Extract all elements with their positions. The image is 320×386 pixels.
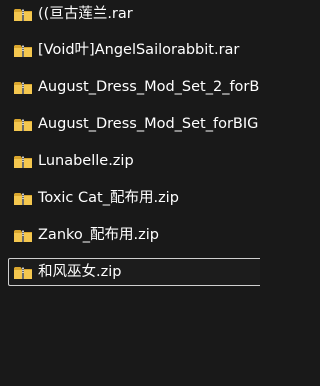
- file-item[interactable]: August_Dress_Mod_Set_forBIG: [8, 111, 260, 137]
- file-name: ((亘古莲兰.rar: [38, 6, 133, 22]
- file-item[interactable]: Toxic Cat_配布用.zip: [8, 185, 260, 211]
- file-name: August_Dress_Mod_Set_2_forBIG: [38, 79, 260, 95]
- file-item[interactable]: Zanko_配布用.zip: [8, 222, 260, 248]
- file-name: Zanko_配布用.zip: [38, 227, 159, 243]
- file-item[interactable]: ((亘古莲兰.rar: [8, 1, 260, 27]
- file-item[interactable]: Lunabelle.zip: [8, 148, 260, 174]
- file-name: [Void叶]AngelSailorabbit.rar: [38, 42, 240, 58]
- zip-folder-icon: [14, 265, 32, 279]
- zip-folder-icon: [14, 117, 32, 131]
- file-item-selected[interactable]: 和风巫女.zip: [8, 258, 260, 286]
- file-name: Lunabelle.zip: [38, 153, 134, 169]
- file-name: Toxic Cat_配布用.zip: [38, 190, 179, 206]
- zip-folder-icon: [14, 228, 32, 242]
- file-name: 和风巫女.zip: [38, 264, 122, 280]
- zip-folder-icon: [14, 191, 32, 205]
- zip-folder-icon: [14, 154, 32, 168]
- file-item[interactable]: August_Dress_Mod_Set_2_forBIG: [8, 74, 260, 100]
- zip-folder-icon: [14, 80, 32, 94]
- file-item[interactable]: [Void叶]AngelSailorabbit.rar: [8, 37, 260, 63]
- file-list: ((亘古莲兰.rar [Void叶]AngelSailorabbit.rar A…: [0, 0, 260, 386]
- zip-folder-icon: [14, 7, 32, 21]
- file-name: August_Dress_Mod_Set_forBIG: [38, 116, 259, 132]
- zip-folder-icon: [14, 43, 32, 57]
